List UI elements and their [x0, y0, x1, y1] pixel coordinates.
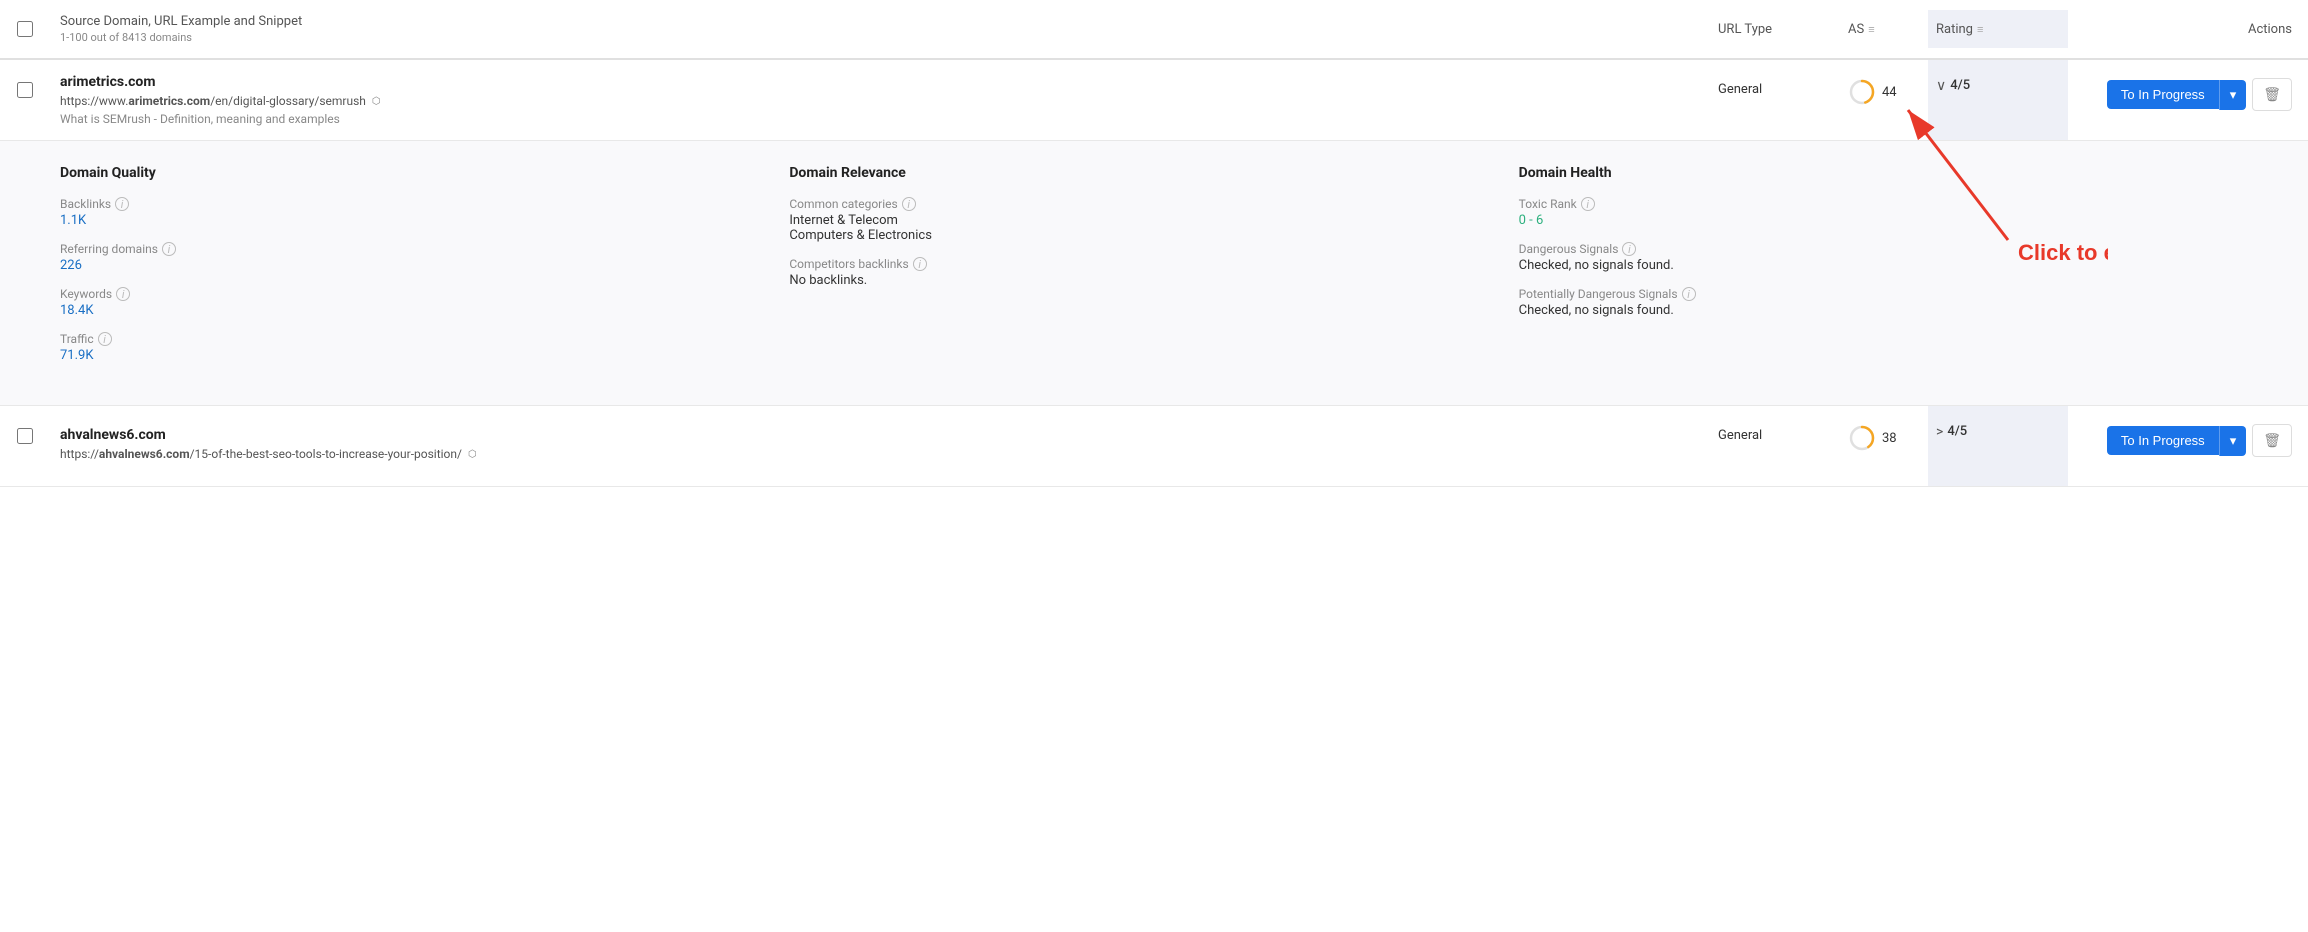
potentially-dangerous-item: Potentially Dangerous Signals i Checked,…	[1519, 287, 2208, 318]
backlinks-info-icon[interactable]: i	[115, 197, 129, 211]
rating-chevron-icon[interactable]: >	[1936, 424, 1943, 440]
potentially-dangerous-value: Checked, no signals found.	[1519, 303, 2208, 318]
row-urltype-col: General	[1718, 406, 1848, 443]
rating-chevron-icon[interactable]: ∨	[1936, 78, 1946, 94]
table-header: Source Domain, URL Example and Snippet 1…	[0, 0, 2308, 60]
domain-url: https://www.arimetrics.com/en/digital-gl…	[60, 94, 1708, 108]
row-actions-col: To In Progress ▾ 🗑	[2068, 60, 2308, 111]
dangerous-signals-value: Checked, no signals found.	[1519, 258, 2208, 273]
external-link-icon[interactable]: ⬡	[372, 96, 381, 107]
row-urltype-col: General	[1718, 60, 1848, 97]
domain-name: ahvalnews6.com	[60, 427, 1708, 443]
delete-button[interactable]: 🗑	[2252, 424, 2292, 457]
domain-quality-title: Domain Quality	[60, 165, 749, 181]
table-row: arimetrics.com https://www.arimetrics.co…	[0, 60, 2308, 406]
to-in-progress-button[interactable]: To In Progress	[2107, 80, 2219, 109]
domain-quality-section: Domain Quality Backlinks i 1.1K Referrin…	[60, 165, 789, 377]
domain-health-section: Domain Health Toxic Rank i 0 - 6 Dangero…	[1519, 165, 2248, 377]
row-actions-col: To In Progress ▾ 🗑	[2068, 406, 2308, 457]
dangerous-signals-label: Dangerous Signals i	[1519, 242, 2208, 256]
row-checkbox[interactable]	[17, 82, 33, 98]
external-link-icon[interactable]: ⬡	[468, 449, 477, 460]
competitors-backlinks-item: Competitors backlinks i No backlinks.	[789, 257, 1478, 288]
row-rating-col: ∨ 4/5	[1928, 60, 2068, 140]
select-all-checkbox[interactable]	[17, 21, 33, 37]
row-as-col: 38	[1848, 406, 1928, 452]
competitors-backlinks-label: Competitors backlinks i	[789, 257, 1478, 271]
common-categories-label: Common categories i	[789, 197, 1478, 211]
data-row-main: ahvalnews6.com https://ahvalnews6.com/15…	[0, 406, 2308, 486]
expanded-details: Domain Quality Backlinks i 1.1K Referrin…	[0, 140, 2308, 405]
traffic-item: Traffic i 71.9K	[60, 332, 749, 363]
header-source-col: Source Domain, URL Example and Snippet 1…	[50, 14, 1718, 44]
keywords-label: Keywords i	[60, 287, 749, 301]
domain-name: arimetrics.com	[60, 74, 1708, 90]
referring-domains-value[interactable]: 226	[60, 258, 749, 273]
header-urltype-col: URL Type	[1718, 22, 1848, 37]
trash-icon: 🗑	[2263, 86, 2281, 103]
dangerous-signals-item: Dangerous Signals i Checked, no signals …	[1519, 242, 2208, 273]
table-row: ahvalnews6.com https://ahvalnews6.com/15…	[0, 406, 2308, 487]
table-wrapper: Source Domain, URL Example and Snippet 1…	[0, 0, 2308, 487]
header-source-count: 1-100 out of 8413 domains	[60, 31, 1718, 44]
header-checkbox-col	[0, 21, 50, 37]
toxic-rank-item: Toxic Rank i 0 - 6	[1519, 197, 2208, 228]
toxic-rank-label: Toxic Rank i	[1519, 197, 2208, 211]
keywords-info-icon[interactable]: i	[116, 287, 130, 301]
row-checkbox-col	[0, 60, 50, 98]
as-filter-icon[interactable]: ≡	[1868, 23, 1874, 36]
as-score-circle	[1848, 78, 1876, 106]
as-score-value: 38	[1882, 431, 1897, 446]
traffic-info-icon[interactable]: i	[98, 332, 112, 346]
rating-value: 4/5	[1947, 424, 1967, 439]
trash-icon: 🗑	[2263, 432, 2281, 449]
domain-relevance-section: Domain Relevance Common categories i Int…	[789, 165, 1518, 377]
to-in-progress-dropdown-button[interactable]: ▾	[2219, 80, 2247, 110]
referring-domains-label: Referring domains i	[60, 242, 749, 256]
competitors-backlinks-value: No backlinks.	[789, 273, 1478, 288]
domain-snippet: What is SEMrush - Definition, meaning an…	[60, 112, 1708, 126]
traffic-label: Traffic i	[60, 332, 749, 346]
keywords-item: Keywords i 18.4K	[60, 287, 749, 318]
as-score-circle	[1848, 424, 1876, 452]
action-btn-group: To In Progress ▾	[2107, 80, 2246, 110]
domain-health-title: Domain Health	[1519, 165, 2208, 181]
rating-filter-icon[interactable]: ≡	[1977, 23, 1983, 36]
rating-value: 4/5	[1950, 78, 1970, 93]
domain-relevance-title: Domain Relevance	[789, 165, 1478, 181]
row-checkbox-col	[0, 406, 50, 444]
domain-url: https://ahvalnews6.com/15-of-the-best-se…	[60, 447, 1708, 461]
toxic-rank-value: 0 - 6	[1519, 213, 2208, 228]
competitors-backlinks-info-icon[interactable]: i	[913, 257, 927, 271]
common-categories-info-icon[interactable]: i	[902, 197, 916, 211]
row-source-col: ahvalnews6.com https://ahvalnews6.com/15…	[50, 413, 1718, 479]
potentially-dangerous-label: Potentially Dangerous Signals i	[1519, 287, 2208, 301]
header-as-col: AS ≡	[1848, 22, 1928, 37]
data-row-main: arimetrics.com https://www.arimetrics.co…	[0, 60, 2308, 140]
backlinks-value[interactable]: 1.1K	[60, 213, 749, 228]
header-rating-col: Rating ≡	[1928, 10, 2068, 48]
as-score-value: 44	[1882, 85, 1897, 100]
common-categories-value: Internet & TelecomComputers & Electronic…	[789, 213, 1478, 243]
keywords-value[interactable]: 18.4K	[60, 303, 749, 318]
common-categories-item: Common categories i Internet & TelecomCo…	[789, 197, 1478, 243]
to-in-progress-dropdown-button[interactable]: ▾	[2219, 426, 2247, 456]
backlinks-item: Backlinks i 1.1K	[60, 197, 749, 228]
header-source-title: Source Domain, URL Example and Snippet	[60, 14, 1718, 29]
row-checkbox[interactable]	[17, 428, 33, 444]
delete-button[interactable]: 🗑	[2252, 78, 2292, 111]
header-actions-col: Actions	[2068, 22, 2308, 37]
row-source-col: arimetrics.com https://www.arimetrics.co…	[50, 60, 1718, 140]
action-btn-group: To In Progress ▾	[2107, 426, 2246, 456]
to-in-progress-button[interactable]: To In Progress	[2107, 426, 2219, 455]
toxic-rank-info-icon[interactable]: i	[1581, 197, 1595, 211]
row-rating-col: > 4/5	[1928, 406, 2068, 486]
dangerous-signals-info-icon[interactable]: i	[1622, 242, 1636, 256]
traffic-value[interactable]: 71.9K	[60, 348, 749, 363]
potentially-dangerous-info-icon[interactable]: i	[1682, 287, 1696, 301]
referring-domains-item: Referring domains i 226	[60, 242, 749, 273]
backlinks-label: Backlinks i	[60, 197, 749, 211]
row-as-col: 44	[1848, 60, 1928, 106]
referring-domains-info-icon[interactable]: i	[162, 242, 176, 256]
